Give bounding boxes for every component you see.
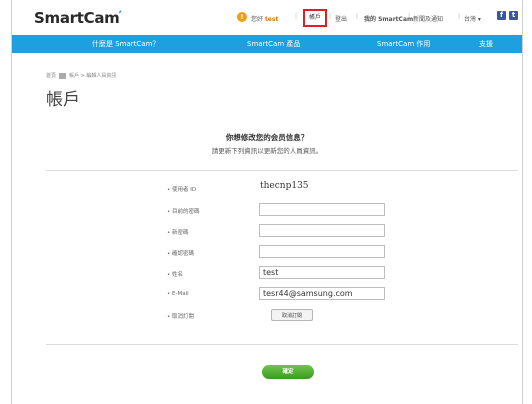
news-link[interactable]: 新聞及通知 bbox=[413, 14, 443, 23]
email-field[interactable] bbox=[259, 287, 385, 300]
breadcrumb-path: 帳戶 > 編輯人員資訊 bbox=[69, 73, 117, 79]
account-link[interactable]: 帳戶 bbox=[303, 9, 327, 27]
divider-2: | bbox=[329, 13, 332, 20]
confirm-button[interactable]: 確定 bbox=[262, 365, 314, 379]
home-icon bbox=[59, 72, 67, 79]
email-label: • E-Mail bbox=[167, 291, 189, 297]
divider-1: | bbox=[295, 13, 298, 20]
breadcrumb: 首頁 帳戶 > 編輯人員資訊 bbox=[46, 72, 116, 79]
form-question: 你想修改您的会员信息？ bbox=[225, 133, 309, 142]
nav-item-support[interactable]: 支援 bbox=[479, 35, 493, 53]
divider-5: | bbox=[458, 13, 461, 20]
divider-3: | bbox=[356, 13, 359, 20]
unsubscribe-button[interactable]: 取消訂閱 bbox=[271, 309, 313, 321]
confirm-password-label: • 確認密碼 bbox=[167, 251, 194, 257]
current-password-field[interactable] bbox=[259, 203, 385, 216]
smartcam-logo[interactable]: SmartCam’ bbox=[34, 9, 123, 27]
twitter-icon[interactable]: t bbox=[509, 11, 518, 20]
form-subtitle: 請更新下列資訊以更新您的人員資訊。 bbox=[211, 147, 323, 155]
greeting-prefix: 您好 bbox=[251, 16, 264, 23]
greeting-user: test bbox=[264, 16, 279, 23]
confirm-password-field[interactable] bbox=[259, 245, 385, 258]
logo-mark: ’ bbox=[118, 10, 122, 20]
top-bar: SmartCam’ ! 您好 test | 帳戶 | 登出 | 我的 Smart… bbox=[12, 0, 522, 34]
unsubscribe-label: • 取消訂閱 bbox=[167, 314, 194, 320]
divider-bottom bbox=[46, 344, 518, 345]
new-password-field[interactable] bbox=[259, 224, 385, 237]
name-field[interactable] bbox=[259, 266, 385, 279]
alert-icon[interactable]: ! bbox=[237, 12, 247, 22]
greeting: 您好 test bbox=[251, 14, 278, 23]
nav-item-products[interactable]: SmartCam 產品 bbox=[247, 35, 300, 53]
region-select[interactable]: 台灣 ▾ bbox=[464, 14, 481, 23]
logo-text: SmartCam bbox=[34, 9, 120, 27]
new-password-label: • 新密碼 bbox=[167, 230, 189, 236]
page-title: 帳戶 bbox=[46, 90, 80, 110]
user-id-value: thecnp135 bbox=[260, 181, 309, 191]
main-nav: 什麼是 SmartCam？ SmartCam 產品 SmartCam 作用 支援 bbox=[12, 35, 522, 53]
current-password-label: • 目前的密碼 bbox=[167, 209, 200, 215]
nav-item-what-is-smartcam[interactable]: 什麼是 SmartCam？ bbox=[92, 35, 159, 53]
nav-item-features[interactable]: SmartCam 作用 bbox=[377, 35, 430, 53]
my-smartcam-link[interactable]: 我的 SmartCam bbox=[364, 14, 413, 23]
facebook-icon[interactable]: f bbox=[497, 11, 506, 20]
logout-link[interactable]: 登出 bbox=[335, 14, 347, 23]
name-label: • 姓名 bbox=[167, 272, 183, 278]
divider-4: | bbox=[408, 13, 411, 20]
divider-top bbox=[46, 170, 518, 171]
breadcrumb-home[interactable]: 首頁 bbox=[46, 73, 56, 79]
page-frame: SmartCam’ ! 您好 test | 帳戶 | 登出 | 我的 Smart… bbox=[11, 0, 523, 404]
user-id-label: • 使用者 ID bbox=[167, 187, 197, 193]
